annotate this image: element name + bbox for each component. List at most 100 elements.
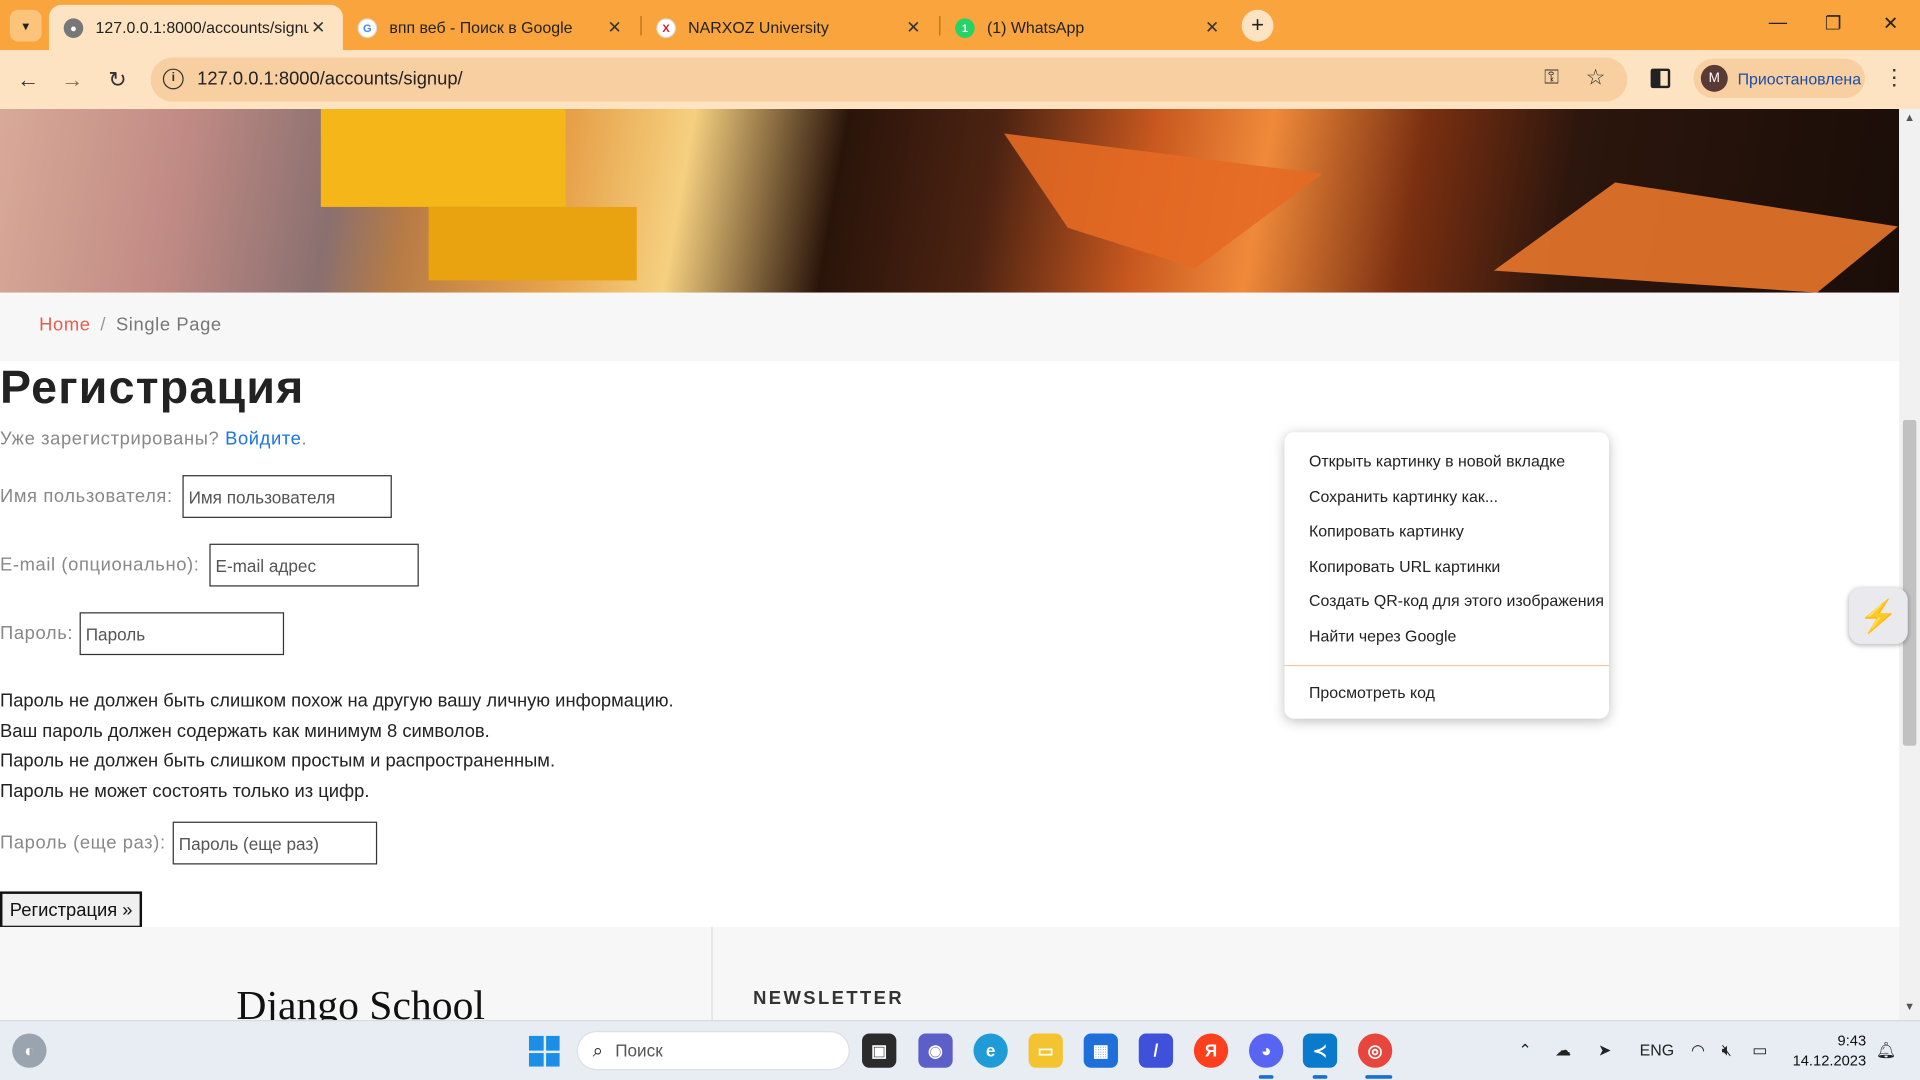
side-panel-icon[interactable]	[1650, 68, 1671, 89]
tab-narxoz[interactable]: X NARXOZ University ✕	[642, 5, 938, 50]
menu-separator	[1284, 664, 1609, 666]
notification-bell-icon[interactable]: 🔔︎	[1876, 1041, 1896, 1061]
menu-item-create-qr[interactable]: Создать QR-код для этого изображения	[1285, 585, 1609, 620]
breadcrumb-separator: /	[100, 314, 107, 336]
hero-shape	[428, 206, 637, 281]
close-icon[interactable]: ✕	[309, 17, 329, 38]
explorer-icon[interactable]: ▭	[1028, 1033, 1063, 1068]
password-input[interactable]	[79, 612, 285, 656]
clock[interactable]: 9:43 14.12.2023	[1788, 1031, 1867, 1070]
restore-icon[interactable]: ❐	[1821, 12, 1845, 34]
url-text[interactable]: 127.0.0.1:8000/accounts/signup/	[197, 58, 463, 102]
help-line: Пароль не должен быть слишком похож на д…	[0, 690, 674, 712]
hero-shape	[320, 108, 566, 207]
username-label: Имя пользователя:	[0, 486, 173, 507]
signup-button[interactable]: Регистрация »	[0, 891, 143, 929]
widgets-icon[interactable]: ◐	[12, 1033, 47, 1068]
login-link[interactable]: Войдите	[225, 429, 301, 450]
app-icon[interactable]: /	[1138, 1033, 1174, 1068]
new-tab-button[interactable]: +	[1241, 9, 1274, 42]
window-close-icon[interactable]: ✕	[1878, 12, 1902, 34]
menu-item-save-image-as[interactable]: Сохранить картинку как...	[1285, 480, 1609, 515]
bookmark-star-icon[interactable]: ☆	[1586, 65, 1606, 91]
breadcrumb-current: Single Page	[115, 314, 222, 336]
tab-search-button[interactable]: ▾	[9, 9, 42, 42]
location-icon[interactable]: ➤	[1598, 1041, 1611, 1061]
discord-icon[interactable]: ◕	[1248, 1033, 1284, 1068]
kebab-menu-icon[interactable]: ⋮	[1883, 65, 1905, 91]
battery-icon[interactable]: ▭	[1752, 1041, 1767, 1061]
address-bar[interactable]: i 127.0.0.1:8000/accounts/signup/ ⚿ ☆	[150, 57, 1628, 102]
task-view-icon[interactable]: ▣	[862, 1033, 897, 1068]
email-label: E-mail (опционально):	[0, 554, 200, 576]
running-indicator	[1258, 1075, 1274, 1079]
back-icon[interactable]: ←	[12, 64, 44, 96]
vscode-icon[interactable]: ≺	[1302, 1033, 1338, 1068]
scrollbar-thumb[interactable]	[1902, 420, 1917, 746]
clock-date: 14.12.2023	[1792, 1051, 1867, 1069]
tab-signup[interactable]: ● 127.0.0.1:8000/accounts/signup ✕	[48, 4, 343, 51]
scroll-down-icon[interactable]: ▼	[1904, 1000, 1915, 1012]
forward-icon[interactable]: →	[56, 64, 88, 96]
login-prompt-text: Уже зарегистрированы?	[0, 428, 220, 450]
volume-muted-icon[interactable]: 🔇︎	[1722, 1041, 1732, 1061]
start-button[interactable]	[528, 1035, 560, 1067]
hero-image[interactable]	[0, 108, 1900, 293]
whatsapp-icon: 1	[955, 17, 975, 38]
close-icon[interactable]: ✕	[605, 17, 625, 38]
menu-item-inspect[interactable]: Просмотреть код	[1285, 675, 1609, 710]
email-input[interactable]	[209, 543, 419, 587]
login-dot: .	[301, 428, 308, 450]
web-page: Home / Single Page Регистрация Уже зарегис…	[0, 108, 1900, 1021]
help-line: Пароль не должен быть слишком простым и …	[0, 750, 556, 772]
menu-item-open-image-new-tab[interactable]: Открыть картинку в новой вкладке	[1285, 444, 1609, 479]
reload-icon[interactable]: ↻	[102, 64, 134, 96]
image-context-menu: Открыть картинку в новой вкладке Сохрани…	[1284, 432, 1609, 719]
globe-icon: ●	[63, 17, 84, 38]
close-icon[interactable]: ✕	[904, 17, 924, 38]
menu-item-copy-image-url[interactable]: Копировать URL картинки	[1285, 550, 1609, 585]
page-scrollbar[interactable]: ▲ ▼	[1899, 108, 1920, 1021]
password-confirm-input[interactable]	[172, 821, 378, 865]
yandex-icon[interactable]: Я	[1193, 1033, 1229, 1068]
tab-google-search[interactable]: G впп веб - Поиск в Google ✕	[343, 5, 639, 50]
wifi-icon[interactable]: ◠	[1691, 1041, 1705, 1061]
clock-time: 9:43	[1837, 1032, 1867, 1050]
breadcrumb-home-link[interactable]: Home	[39, 315, 90, 336]
profile-status: Приостановлена	[1737, 69, 1862, 88]
lightning-icon: ⚡	[1858, 596, 1899, 634]
hero-shape	[1004, 133, 1323, 269]
taskbar-search[interactable]: ⌕ Поиск	[576, 1031, 850, 1071]
edge-icon[interactable]: e	[973, 1033, 1008, 1068]
profile-button[interactable]: M Приостановлена	[1693, 58, 1865, 98]
language-indicator[interactable]: ENG	[1640, 1041, 1674, 1059]
tab-title: 127.0.0.1:8000/accounts/signup	[95, 18, 309, 37]
page-title: Регистрация	[0, 362, 305, 414]
password-label: Пароль:	[0, 623, 74, 645]
scroll-up-icon[interactable]: ▲	[1904, 111, 1915, 123]
menu-item-copy-image[interactable]: Копировать картинку	[1285, 515, 1609, 550]
narxoz-icon: X	[656, 17, 676, 38]
hero-shape	[1493, 182, 1898, 293]
floating-extension-button[interactable]: ⚡	[1848, 587, 1908, 645]
minimize-icon[interactable]: —	[1766, 12, 1790, 33]
tray-overflow-icon[interactable]: ⌃	[1518, 1041, 1531, 1061]
running-indicator	[1312, 1075, 1328, 1079]
browser-toolbar: ← → ↻ i 127.0.0.1:8000/accounts/signup/ …	[0, 50, 1920, 109]
menu-item-search-google[interactable]: Найти через Google	[1285, 620, 1609, 655]
store-icon[interactable]: ▦	[1083, 1033, 1118, 1068]
tab-title: впп веб - Поиск в Google	[389, 18, 573, 37]
password-confirm-label: Пароль (еще раз):	[0, 832, 166, 854]
chrome-icon[interactable]: ◎	[1357, 1033, 1393, 1068]
tab-title: NARXOZ University	[688, 18, 829, 37]
taskbar-search-text: Поиск	[615, 1040, 663, 1061]
username-input[interactable]	[182, 475, 392, 518]
chat-icon[interactable]: ◉	[918, 1033, 953, 1068]
google-icon: G	[357, 17, 378, 38]
running-indicator	[1365, 1075, 1393, 1079]
site-info-icon[interactable]: i	[162, 68, 184, 90]
tab-whatsapp[interactable]: 1 (1) WhatsApp ✕	[940, 5, 1236, 50]
password-key-icon[interactable]: ⚿	[1544, 67, 1559, 89]
onedrive-icon[interactable]: ☁	[1555, 1041, 1571, 1061]
close-icon[interactable]: ✕	[1202, 17, 1222, 38]
